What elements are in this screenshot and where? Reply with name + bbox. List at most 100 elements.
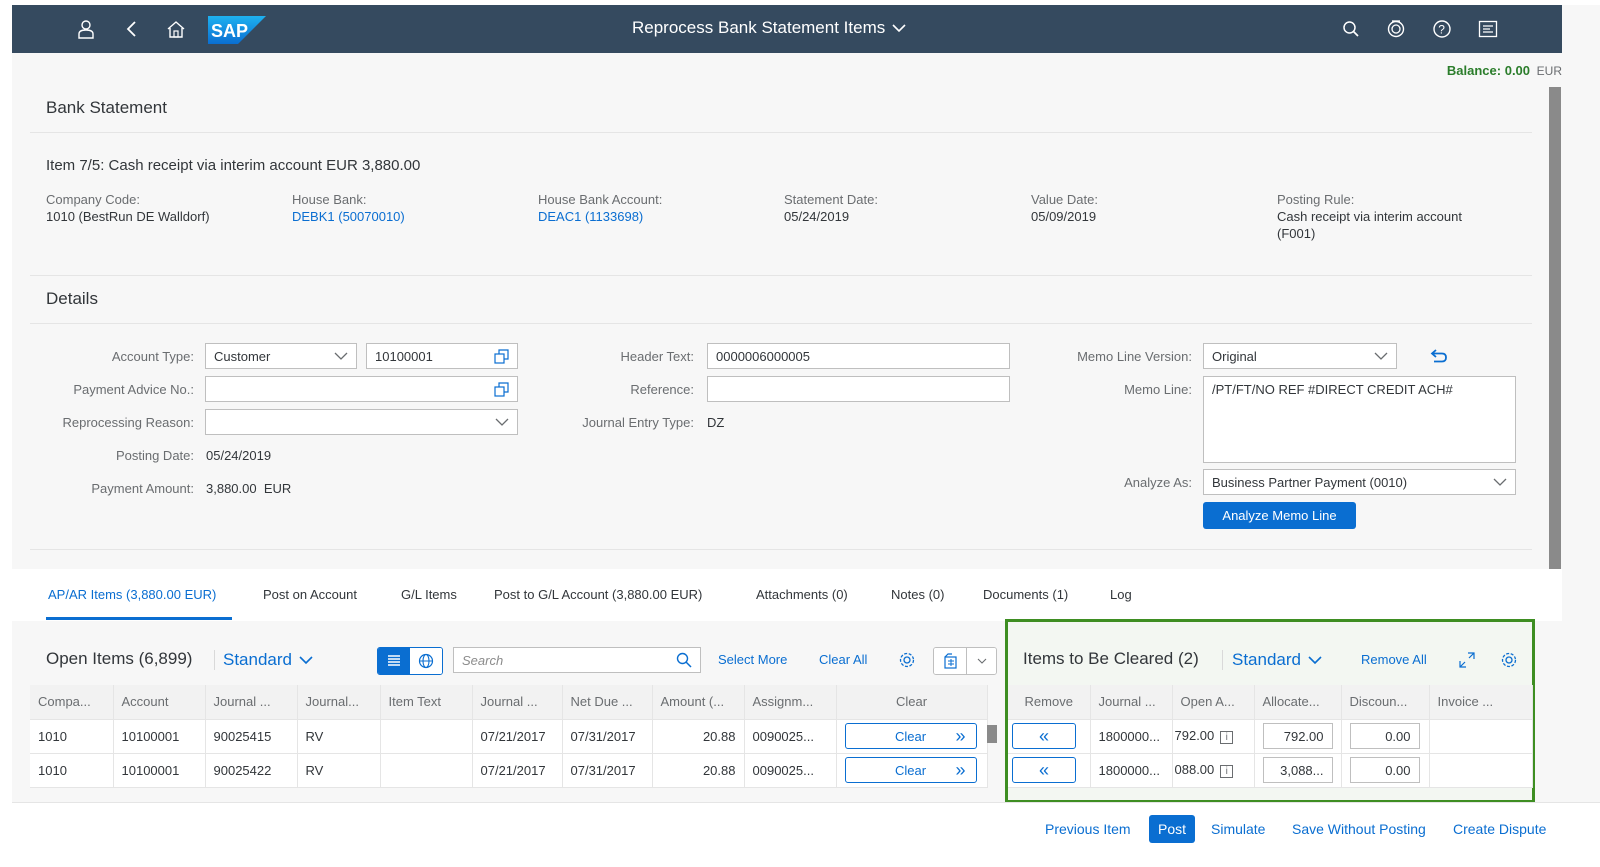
column-header[interactable]: Journal... xyxy=(297,685,381,720)
fullscreen-icon[interactable] xyxy=(1454,647,1480,673)
house-bank-account-link[interactable]: DEAC1 (1133698) xyxy=(538,208,662,225)
user-icon[interactable] xyxy=(72,15,100,43)
journal-entry-link[interactable]: 1800000... xyxy=(1090,753,1173,788)
column-header[interactable]: Allocate... xyxy=(1254,685,1342,720)
column-header[interactable]: Invoice ... xyxy=(1429,685,1533,720)
column-header[interactable]: Journal ... xyxy=(1090,685,1173,720)
payment-advice-input[interactable] xyxy=(205,376,518,402)
table-scrollbar[interactable] xyxy=(987,725,997,743)
allocated-input[interactable] xyxy=(1262,723,1333,749)
app-title-menu[interactable]: Reprocess Bank Statement Items xyxy=(632,18,907,38)
clear-label: Clear xyxy=(894,728,927,744)
column-header[interactable]: Journal ... xyxy=(472,685,563,720)
table-row[interactable]: 1010 10100001 90025415 RV 07/21/2017 07/… xyxy=(30,719,988,754)
posting-rule-value: Cash receipt via interim account xyxy=(1277,209,1462,224)
analyze-memo-line-button[interactable]: Analyze Memo Line xyxy=(1203,502,1356,529)
clear-item-button[interactable]: Clear » xyxy=(844,757,977,783)
previous-item-button[interactable]: Previous Item xyxy=(1045,815,1131,843)
column-header[interactable]: Amount (... xyxy=(652,685,745,720)
column-header[interactable]: Item Text xyxy=(380,685,473,720)
sap-logo[interactable]: SAP xyxy=(208,16,266,44)
table-row[interactable]: 1010 10100001 90025422 RV 07/21/2017 07/… xyxy=(30,753,988,788)
reprocessing-reason-select[interactable] xyxy=(205,409,518,435)
clear-all-button[interactable]: Clear All xyxy=(819,652,867,667)
tab-documents[interactable]: Documents (1) xyxy=(983,587,1068,602)
chevron-down-icon xyxy=(1493,478,1507,486)
column-header[interactable]: Journal ... xyxy=(205,685,298,720)
memo-line-label: Memo Line: xyxy=(1124,382,1192,397)
column-header[interactable]: Discoun... xyxy=(1341,685,1430,720)
column-header[interactable]: Compa... xyxy=(30,685,114,720)
globe-icon[interactable] xyxy=(410,648,442,674)
post-button[interactable]: Post xyxy=(1149,815,1196,843)
back-icon[interactable] xyxy=(117,15,145,43)
journal-entry-link[interactable]: 90025415 xyxy=(205,719,298,754)
info-icon[interactable]: i xyxy=(1220,730,1234,744)
memo-line-version-select[interactable]: Original xyxy=(1203,343,1397,369)
value-help-icon[interactable] xyxy=(494,381,509,397)
search-icon[interactable] xyxy=(676,652,692,668)
undo-icon[interactable] xyxy=(1426,343,1452,369)
tab-ap-ar-items[interactable]: AP/AR Items (3,880.00 EUR) xyxy=(48,587,216,602)
notifications-icon[interactable] xyxy=(1474,15,1502,43)
bank-statement-title: Bank Statement xyxy=(46,98,167,117)
account-type-select[interactable]: Customer xyxy=(205,343,357,369)
remove-all-button[interactable]: Remove All xyxy=(1361,652,1427,667)
house-bank-link[interactable]: DEBK1 (50070010) xyxy=(292,208,405,225)
remove-item-button[interactable]: « xyxy=(1012,757,1076,783)
export-icon[interactable] xyxy=(934,648,966,674)
table-row[interactable]: « 1800000... 792.00 i xyxy=(1008,719,1533,754)
table-row[interactable]: « 1800000... 088.00 i xyxy=(1008,753,1533,788)
journal-entry-link[interactable]: 1800000... xyxy=(1090,719,1173,754)
clear-item-button[interactable]: Clear » xyxy=(844,723,977,749)
memo-line-version-label: Memo Line Version: xyxy=(1077,349,1192,364)
simulate-button[interactable]: Simulate xyxy=(1211,815,1265,843)
list-view-icon[interactable] xyxy=(378,648,410,674)
column-header[interactable]: Net Due ... xyxy=(562,685,653,720)
header-text-input[interactable]: 0000006000005 xyxy=(707,343,1010,369)
page-scrollbar[interactable] xyxy=(1549,87,1561,589)
discount-input[interactable] xyxy=(1349,723,1420,749)
divider xyxy=(30,275,1532,276)
settings-icon[interactable] xyxy=(1496,647,1522,673)
tab-notes[interactable]: Notes (0) xyxy=(891,587,944,602)
tab-post-to-gl-account[interactable]: Post to G/L Account (3,880.00 EUR) xyxy=(494,587,702,602)
tab-post-on-account[interactable]: Post on Account xyxy=(263,587,357,602)
discount-input[interactable] xyxy=(1349,757,1420,783)
amount-cell: 20.88 xyxy=(652,719,745,754)
column-header[interactable]: Account xyxy=(113,685,206,720)
memo-line-textarea[interactable]: /PT/FT/NO REF #DIRECT CREDIT ACH# xyxy=(1203,376,1516,463)
remove-item-button[interactable]: « xyxy=(1012,723,1076,749)
column-header[interactable]: Assignm... xyxy=(744,685,837,720)
select-more-button[interactable]: Select More xyxy=(718,652,787,667)
separator xyxy=(214,650,215,670)
tab-log[interactable]: Log xyxy=(1110,587,1132,602)
clear-label: Clear xyxy=(894,762,927,778)
open-items-variant-select[interactable]: Standard xyxy=(223,650,314,670)
allocated-input[interactable] xyxy=(1262,757,1333,783)
reference-input[interactable] xyxy=(707,376,1010,402)
save-without-posting-button[interactable]: Save Without Posting xyxy=(1292,815,1426,843)
column-header[interactable]: Clear xyxy=(836,685,988,720)
account-number-input[interactable]: 10100001 xyxy=(366,343,518,369)
journal-entry-link[interactable]: 90025422 xyxy=(205,753,298,788)
create-dispute-button[interactable]: Create Dispute xyxy=(1453,815,1546,843)
analyze-as-select[interactable]: Business Partner Payment (0010) xyxy=(1203,469,1516,495)
tab-attachments[interactable]: Attachments (0) xyxy=(756,587,848,602)
search-icon[interactable] xyxy=(1337,15,1365,43)
column-header[interactable]: Remove xyxy=(1008,685,1091,720)
copilot-icon[interactable] xyxy=(1382,15,1410,43)
help-icon[interactable]: ? xyxy=(1428,15,1456,43)
chevron-down-icon[interactable] xyxy=(966,648,996,674)
open-items-search-input[interactable]: Search xyxy=(453,647,701,673)
home-icon[interactable] xyxy=(162,15,190,43)
settings-icon[interactable] xyxy=(894,647,920,673)
open-amount-cell: 792.00 i xyxy=(1172,719,1255,754)
info-icon[interactable]: i xyxy=(1220,764,1234,778)
tab-gl-items[interactable]: G/L Items xyxy=(401,587,457,602)
chevron-down-icon xyxy=(1308,656,1322,665)
items-to-clear-variant-select[interactable]: Standard xyxy=(1232,650,1323,670)
column-header[interactable]: Open A... xyxy=(1172,685,1255,720)
value-help-icon[interactable] xyxy=(494,348,509,364)
posting-date-value: 05/24/2019 xyxy=(206,448,272,463)
